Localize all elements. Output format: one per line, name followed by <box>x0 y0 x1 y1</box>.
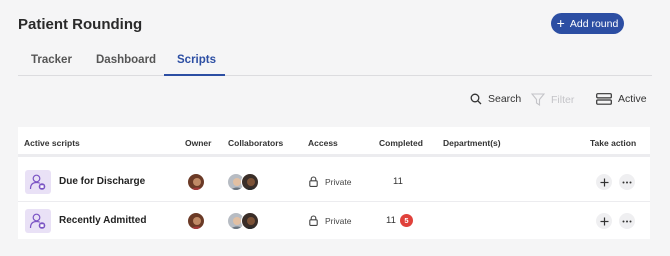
page-title: Patient Rounding <box>18 16 143 33</box>
more-horizontal-icon <box>622 181 632 183</box>
tab-dashboard[interactable]: Dashboard <box>96 54 156 66</box>
completed-count: 11 <box>386 215 396 226</box>
scripts-table: Active scripts Owner Collaborators Acces… <box>18 127 650 239</box>
column-header-departments[interactable]: Department(s) <box>443 138 501 148</box>
collaborator-avatar[interactable] <box>241 173 259 191</box>
owner-avatar[interactable] <box>187 212 205 230</box>
script-name[interactable]: Recently Admitted <box>59 215 146 226</box>
column-header-take-action: Take action <box>590 138 637 148</box>
view-toggle-icon <box>596 93 612 105</box>
active-toggle-button[interactable]: Active <box>596 93 647 105</box>
add-round-label: Add round <box>569 17 619 30</box>
table-row[interactable]: Due for Discharge Private 11 <box>18 163 650 201</box>
completed-count: 11 <box>393 176 403 187</box>
column-header-active-scripts[interactable]: Active scripts <box>24 138 80 148</box>
column-header-owner[interactable]: Owner <box>185 138 211 148</box>
table-row[interactable]: Recently Admitted Private 11 5 <box>18 201 650 239</box>
access-cell: Private <box>309 215 351 226</box>
notification-badge[interactable]: 5 <box>400 214 413 227</box>
script-name[interactable]: Due for Discharge <box>59 176 145 187</box>
column-header-collaborators[interactable]: Collaborators <box>228 138 283 148</box>
active-label: Active <box>618 93 647 105</box>
search-button[interactable]: Search <box>470 93 521 105</box>
access-label: Private <box>325 215 352 226</box>
add-button[interactable] <box>596 174 612 190</box>
active-tab-indicator <box>164 74 225 76</box>
script-icon <box>25 170 51 194</box>
search-icon <box>470 93 482 105</box>
more-horizontal-icon <box>622 220 632 222</box>
add-round-button[interactable]: + Add round <box>551 13 624 34</box>
lock-icon <box>309 176 318 187</box>
access-cell: Private <box>309 176 351 187</box>
column-header-completed[interactable]: Completed <box>379 138 423 148</box>
plus-icon: + <box>556 15 565 31</box>
plus-icon <box>600 217 608 225</box>
filter-icon <box>531 93 545 106</box>
filter-button[interactable]: Filter <box>531 93 574 106</box>
more-options-button[interactable] <box>619 213 635 229</box>
filter-label: Filter <box>551 93 575 106</box>
tab-scripts[interactable]: Scripts <box>177 54 216 66</box>
owner-avatar[interactable] <box>187 173 205 191</box>
access-label: Private <box>325 176 352 187</box>
add-button[interactable] <box>596 213 612 229</box>
tab-tracker[interactable]: Tracker <box>31 54 72 66</box>
plus-icon <box>600 178 608 186</box>
more-options-button[interactable] <box>619 174 635 190</box>
table-header: Active scripts Owner Collaborators Acces… <box>18 127 650 157</box>
script-icon <box>25 209 51 233</box>
tab-bar: Tracker Dashboard Scripts <box>18 48 652 76</box>
search-label: Search <box>488 93 522 105</box>
column-header-access[interactable]: Access <box>308 138 338 148</box>
collaborator-avatar[interactable] <box>241 212 259 230</box>
lock-icon <box>309 215 318 226</box>
